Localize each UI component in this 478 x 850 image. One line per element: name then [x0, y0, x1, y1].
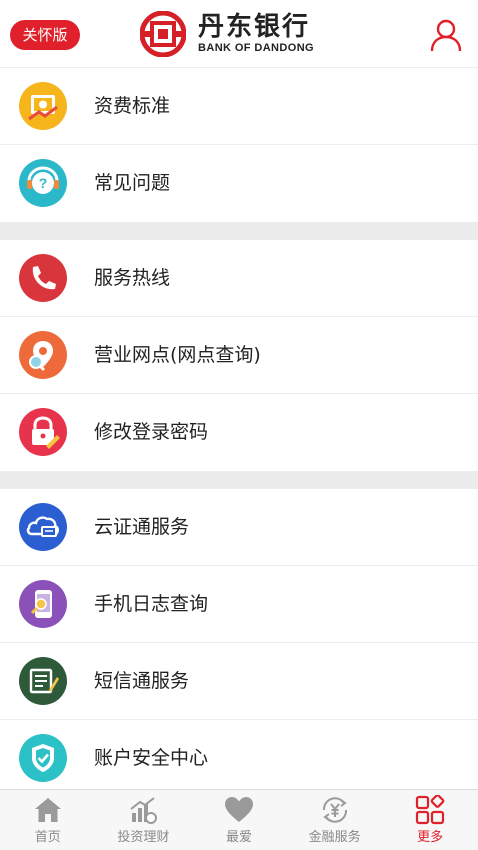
account-security-icon: [19, 734, 67, 782]
tab-label: 更多: [417, 830, 444, 845]
hotline-phone-icon: [19, 254, 67, 302]
tab-label: 最爱: [225, 830, 252, 845]
menu-item-sms-service[interactable]: 短信通服务: [0, 643, 478, 720]
menu-item-label: 手机日志查询: [94, 593, 209, 615]
branch-locator-icon: [19, 331, 67, 379]
menu-item-label: 营业网点(网点查询): [94, 344, 261, 366]
user-profile-icon[interactable]: [429, 18, 463, 52]
tab-financial-services[interactable]: 金融服务: [287, 790, 383, 850]
bank-name-cn: 丹东银行: [198, 12, 311, 42]
app-header: 关怀版 丹东银行 BANK OF DANDONG: [0, 0, 478, 68]
bank-logo: 丹东银行 BANK OF DANDONG: [140, 11, 314, 57]
menu-item-label: 修改登录密码: [94, 421, 209, 443]
yuan-service-icon: [322, 797, 347, 823]
menu-item-label: 云证通服务: [94, 516, 190, 538]
care-mode-button[interactable]: 关怀版: [10, 20, 80, 50]
menu-item-label: 资费标准: [94, 95, 171, 117]
section-divider: [0, 471, 478, 489]
menu-item-account-security[interactable]: 账户安全中心: [0, 720, 478, 797]
bank-name-en: BANK OF DANDONG: [198, 42, 314, 54]
tab-investment[interactable]: 投资理财: [96, 790, 192, 850]
tab-home[interactable]: 首页: [0, 790, 96, 850]
menu-item-faq[interactable]: ? 常见问题: [0, 145, 478, 222]
tab-label: 投资理财: [117, 830, 170, 845]
menu-item-label: 常见问题: [94, 172, 171, 194]
menu-item-phone-log[interactable]: 手机日志查询: [0, 566, 478, 643]
section-divider: [0, 222, 478, 240]
tab-label: 首页: [34, 830, 61, 845]
tab-favorites[interactable]: 最爱: [191, 790, 287, 850]
more-menu-list: 资费标准 ? 常见问题 服务热线 营业网点(网点查询) 修改登录密码 云证通服务…: [0, 68, 478, 797]
bottom-tab-bar: 首页 投资理财 最爱 金融服务 更多: [0, 789, 478, 850]
menu-item-hotline[interactable]: 服务热线: [0, 240, 478, 317]
menu-item-branch-locator[interactable]: 营业网点(网点查询): [0, 317, 478, 394]
heart-icon: [224, 797, 253, 822]
change-password-icon: [19, 408, 67, 456]
bank-logo-icon: [140, 11, 186, 57]
phone-log-icon: [19, 580, 67, 628]
fee-standard-icon: [19, 82, 67, 130]
tab-label: 金融服务: [308, 830, 361, 845]
menu-item-label: 短信通服务: [94, 670, 190, 692]
cloud-certificate-icon: [19, 503, 67, 551]
more-grid-icon: [416, 795, 445, 825]
faq-icon: ?: [19, 159, 67, 207]
menu-item-fee-standard[interactable]: 资费标准: [0, 68, 478, 145]
menu-item-change-password[interactable]: 修改登录密码: [0, 394, 478, 471]
menu-item-label: 账户安全中心: [94, 747, 209, 769]
tab-more[interactable]: 更多: [382, 790, 478, 850]
investment-icon: [130, 797, 158, 824]
svg-text:?: ?: [39, 175, 48, 191]
menu-item-label: 服务热线: [94, 267, 171, 289]
menu-item-cloud-certificate[interactable]: 云证通服务: [0, 489, 478, 566]
sms-service-icon: [19, 657, 67, 705]
home-icon: [34, 798, 61, 822]
